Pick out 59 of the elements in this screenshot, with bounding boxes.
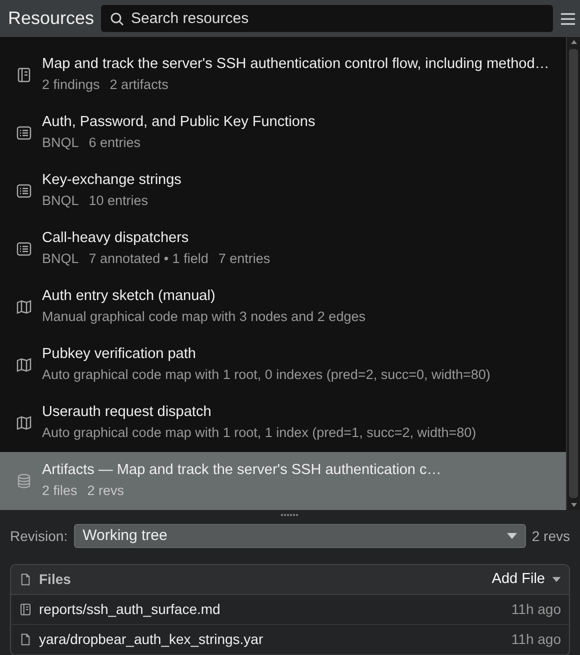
- item-description: Auto graphical code map with 1 root, 0 indexes (pred=2, succ=0, width=80): [42, 367, 490, 384]
- file-icon: [19, 573, 32, 586]
- file-icon: [19, 633, 32, 646]
- item-meta: 10 entries: [88, 193, 148, 210]
- resize-handle[interactable]: [281, 514, 299, 516]
- item-title: Artifacts — Map and track the server's SSH authentication c…: [42, 462, 442, 480]
- caret-icon: [506, 533, 517, 539]
- map-icon: [16, 299, 32, 315]
- map-icon: [16, 415, 32, 431]
- revision-count: 2 revs: [532, 526, 570, 546]
- caret-icon: [552, 577, 561, 582]
- file-path: reports/ssh_auth_surface.md: [39, 600, 220, 619]
- resource-item[interactable]: Pubkey verification path Auto graphical code map with 1 root, 0 indexes (pred=2, succ=0, width=80): [0, 336, 566, 394]
- add-file-button[interactable]: Add File: [492, 568, 561, 590]
- item-description: Manual graphical code map with 3 nodes and 2 edges: [42, 309, 366, 326]
- map-icon: [16, 357, 32, 373]
- item-meta: 6 entries: [88, 135, 141, 152]
- menu-icon[interactable]: [560, 12, 576, 26]
- item-meta: 7 annotated • 1 field: [88, 251, 208, 268]
- item-meta: 2 files: [42, 483, 78, 500]
- resource-item[interactable]: Auth, Password, and Public Key Functions BNQL 6 entries: [0, 104, 566, 162]
- item-meta: 2 findings: [42, 77, 100, 94]
- notebook-icon: [19, 603, 32, 616]
- files-heading: Files: [39, 570, 71, 589]
- item-meta: BNQL: [42, 251, 79, 268]
- list-icon: [16, 183, 32, 199]
- panel-title: Resources: [8, 7, 94, 30]
- item-title: Pubkey verification path: [42, 346, 197, 364]
- file-time: 11h ago: [511, 630, 561, 649]
- item-meta: 2 revs: [87, 483, 124, 500]
- notebook-icon: [16, 67, 32, 83]
- item-meta: 2 artifacts: [110, 77, 168, 94]
- item-title: Map and track the server's SSH authentication control flow, including method…: [42, 56, 550, 74]
- item-title: Key-exchange strings: [42, 172, 182, 190]
- item-title: Userauth request dispatch: [42, 404, 212, 422]
- file-path: yara/dropbear_auth_kex_strings.yar: [39, 630, 264, 649]
- resource-item[interactable]: Auth entry sketch (manual) Manual graphical code map with 3 nodes and 2 edges: [0, 278, 566, 336]
- item-title: Auth entry sketch (manual): [42, 288, 216, 306]
- item-title: Auth, Password, and Public Key Functions: [42, 114, 316, 132]
- resource-item[interactable]: Key-exchange strings BNQL 10 entries: [0, 162, 566, 220]
- revision-label: Revision:: [10, 526, 68, 546]
- resource-item[interactable]: Userauth request dispatch Auto graphical code map with 1 root, 1 index (pred=1, succ=2, width=80): [0, 394, 566, 452]
- list-icon: [16, 241, 32, 257]
- file-row[interactable]: reports/ssh_auth_surface.md 11h ago: [11, 595, 569, 625]
- file-row[interactable]: yara/dropbear_auth_kex_strings.yar 11h ago: [11, 625, 569, 655]
- item-description: Auto graphical code map with 1 root, 1 index (pred=1, succ=2, width=80): [42, 425, 476, 442]
- item-title: Call-heavy dispatchers: [42, 230, 190, 248]
- list-icon: [16, 125, 32, 141]
- item-meta: BNQL: [42, 193, 79, 210]
- revision-dropdown[interactable]: Working tree: [74, 524, 526, 548]
- item-meta: BNQL: [42, 135, 79, 152]
- resource-item[interactable]: Artifacts — Map and track the server's SSH authentication c… 2 files 2 revs: [0, 452, 566, 510]
- scrollbar[interactable]: [566, 37, 580, 510]
- resource-item[interactable]: Call-heavy dispatchers BNQL 7 annotated • 1 field 7 entries: [0, 220, 566, 278]
- resource-item[interactable]: Map and track the server's SSH authentication control flow, including method… 2 findings 2 artifacts: [0, 46, 566, 104]
- database-icon: [16, 473, 32, 489]
- item-meta: 7 entries: [218, 251, 270, 268]
- search-field[interactable]: Search resources: [101, 5, 553, 32]
- file-time: 11h ago: [511, 600, 561, 619]
